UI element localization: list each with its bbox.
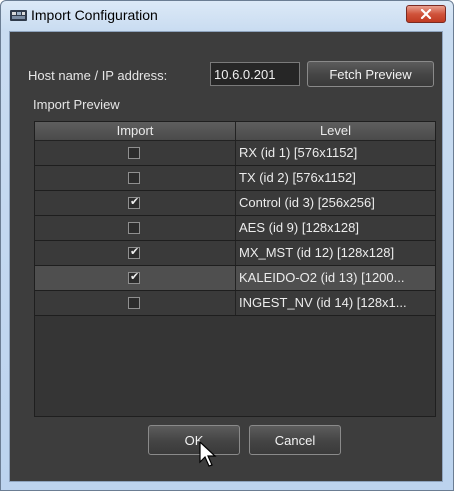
level-cell: AES (id 9) [128x128] <box>239 220 359 235</box>
column-header-import[interactable]: Import <box>35 122 236 140</box>
import-checkbox[interactable] <box>128 297 140 309</box>
import-cell <box>35 266 236 290</box>
host-address-label: Host name / IP address: <box>28 68 168 83</box>
import-preview-label: Import Preview <box>33 97 120 112</box>
table-row[interactable]: Control (id 3) [256x256] <box>35 191 435 216</box>
import-checkbox[interactable] <box>128 270 140 284</box>
level-cell: RX (id 1) [576x1152] <box>239 145 358 160</box>
window-title: Import Configuration <box>31 7 158 23</box>
import-cell <box>35 141 236 165</box>
import-checkbox[interactable] <box>128 147 140 159</box>
table-row[interactable]: MX_MST (id 12) [128x128] <box>35 241 435 266</box>
import-checkbox[interactable] <box>128 222 140 234</box>
table-row[interactable]: AES (id 9) [128x128] <box>35 216 435 241</box>
import-cell <box>35 166 236 190</box>
level-cell: MX_MST (id 12) [128x128] <box>239 245 395 260</box>
mouse-pointer-icon <box>199 441 217 467</box>
import-configuration-dialog: Import Configuration Host name / IP addr… <box>0 0 454 491</box>
host-address-input[interactable] <box>210 62 300 86</box>
import-preview-table: Import Level RX (id 1) [576x1152] TX (id … <box>34 121 436 417</box>
level-cell: KALEIDO-O2 (id 13) [1200... <box>239 270 405 285</box>
import-cell <box>35 241 236 265</box>
level-cell: TX (id 2) [576x1152] <box>239 170 356 185</box>
title-bar[interactable]: Import Configuration <box>1 1 453 31</box>
table-row[interactable]: INGEST_NV (id 14) [128x1... <box>35 291 435 316</box>
level-cell: INGEST_NV (id 14) [128x1... <box>239 295 407 310</box>
import-cell <box>35 191 236 215</box>
import-cell <box>35 291 236 315</box>
import-checkbox[interactable] <box>128 245 140 259</box>
dialog-body: Host name / IP address: Fetch Preview Im… <box>9 31 443 482</box>
ok-button[interactable]: OK <box>148 425 240 455</box>
app-icon <box>10 9 27 22</box>
import-checkbox[interactable] <box>128 172 140 184</box>
level-cell: Control (id 3) [256x256] <box>239 195 375 210</box>
close-x-icon <box>420 9 432 19</box>
import-cell <box>35 216 236 240</box>
table-row[interactable]: KALEIDO-O2 (id 13) [1200... <box>35 266 435 291</box>
table-row[interactable]: TX (id 2) [576x1152] <box>35 166 435 191</box>
column-header-level[interactable]: Level <box>236 122 435 140</box>
import-checkbox[interactable] <box>128 195 140 209</box>
table-header: Import Level <box>35 122 435 141</box>
table-row[interactable]: RX (id 1) [576x1152] <box>35 141 435 166</box>
fetch-preview-button[interactable]: Fetch Preview <box>307 61 434 87</box>
cancel-button[interactable]: Cancel <box>249 425 341 455</box>
close-button[interactable] <box>406 5 446 23</box>
